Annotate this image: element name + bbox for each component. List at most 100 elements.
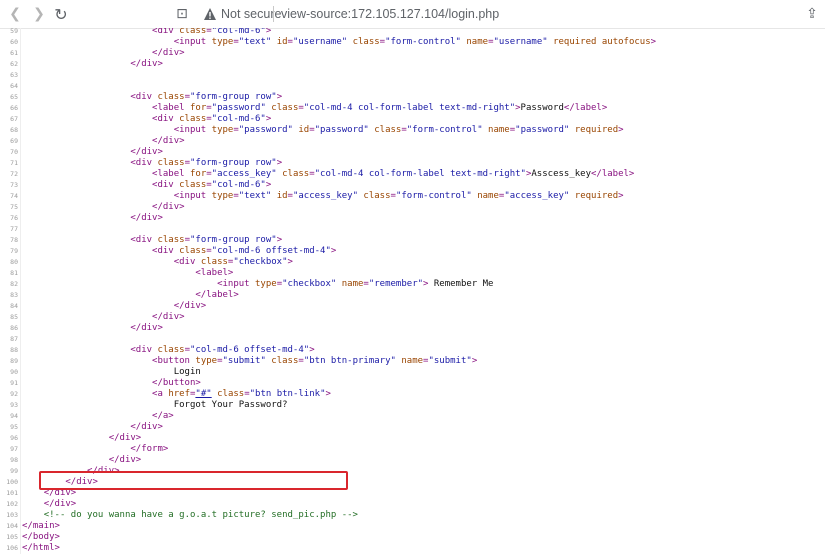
- forward-arrow-icon[interactable]: ❯: [27, 0, 51, 28]
- source-line: 82 <input type="checkbox" name="remember…: [0, 279, 825, 290]
- source-token: [22, 466, 87, 476]
- line-number: 60: [10, 38, 18, 46]
- source-code: </div>: [22, 312, 185, 323]
- source-token: [22, 147, 130, 157]
- source-line: 94 </a>: [0, 411, 825, 422]
- source-token: <input: [173, 37, 212, 47]
- source-token: [22, 433, 109, 443]
- source-token: "password": [515, 125, 570, 135]
- bookmark-icon[interactable]: ⊡: [170, 0, 194, 28]
- line-number: 99: [10, 467, 18, 475]
- source-token: name: [477, 191, 499, 201]
- line-number: 62: [10, 60, 18, 68]
- share-icon[interactable]: ⇪: [800, 0, 824, 28]
- source-token: <input: [217, 279, 256, 289]
- source-line: 105 </body>: [0, 532, 825, 543]
- line-number: 77: [10, 225, 18, 233]
- source-line: 91 </button>: [0, 378, 825, 389]
- source-line: 69 </div>: [0, 136, 825, 147]
- source-code: </div>: [22, 455, 142, 466]
- source-token: class: [200, 257, 228, 267]
- source-line: 60 <input type="text" id="username" clas…: [0, 37, 825, 48]
- source-token: >: [471, 356, 478, 366]
- line-number: 87: [10, 335, 18, 343]
- line-number: 64: [10, 82, 18, 90]
- source-line: 81 <label>: [0, 268, 825, 279]
- line-number: 70: [10, 148, 18, 156]
- source-token: name: [401, 356, 424, 366]
- address-bar-url[interactable]: view-source:172.105.127.104/login.php: [281, 7, 499, 21]
- source-line: 96 </div>: [0, 433, 825, 444]
- source-code: <div class="checkbox">: [22, 257, 293, 268]
- source-line: 71 <div class="form-group row">: [0, 158, 825, 169]
- source-token: >: [618, 191, 624, 201]
- source-code: </body>: [22, 532, 60, 543]
- source-code: </div>: [22, 323, 163, 334]
- source-token: type: [195, 356, 218, 366]
- source-token: Forgot Your Password?: [22, 400, 288, 410]
- line-number: 103: [6, 511, 18, 519]
- source-token: <input: [173, 125, 212, 135]
- source-line: 73 <div class="col-md-6">: [0, 180, 825, 191]
- source-token: Remember Me: [428, 279, 494, 289]
- warning-icon[interactable]: [203, 7, 217, 21]
- source-token: class: [157, 345, 185, 355]
- source-token: </div>: [43, 499, 77, 509]
- source-token: <div: [130, 92, 158, 102]
- source-token: "access_key": [504, 191, 570, 201]
- back-arrow-icon[interactable]: ❮: [3, 0, 27, 28]
- source-code: <div class="form-group row">: [22, 235, 282, 246]
- source-token: "form-control": [395, 191, 472, 201]
- source-link[interactable]: "#": [195, 389, 211, 399]
- source-token: [22, 301, 174, 311]
- line-number: 85: [10, 313, 18, 321]
- source-line: 80 <div class="checkbox">: [0, 257, 825, 268]
- line-number: 94: [10, 412, 18, 420]
- source-token: required autofocus: [553, 37, 651, 47]
- source-token: "password": [238, 125, 293, 135]
- line-number: 93: [10, 401, 18, 409]
- source-line: 86 </div>: [0, 323, 825, 334]
- source-code: Login: [22, 367, 201, 378]
- source-token: </div>: [65, 477, 98, 487]
- line-number: 72: [10, 170, 18, 178]
- line-number: 78: [10, 236, 18, 244]
- source-token: "col-md-6 offset-md-4": [189, 345, 310, 355]
- source-token: "col-md-4 col-form-label text-md-right": [303, 103, 516, 113]
- source-token: "text": [238, 37, 272, 47]
- source-line: 101 </div>: [0, 488, 825, 499]
- source-token: [22, 246, 152, 256]
- source-code: <div class="col-md-6">: [22, 180, 271, 191]
- source-token: class: [157, 92, 185, 102]
- source-token: "form-group row": [189, 158, 277, 168]
- line-number: 82: [10, 280, 18, 288]
- source-line: 89 <button type="submit" class="btn btn-…: [0, 356, 825, 367]
- source-line: 59 <div class="col-md-6">: [0, 28, 825, 37]
- source-token: [22, 59, 130, 69]
- source-token: [22, 48, 152, 58]
- source-token: <div: [152, 180, 180, 190]
- source-token: </form>: [130, 444, 169, 454]
- source-token: Login: [22, 367, 201, 377]
- source-token: name: [466, 37, 489, 47]
- source-token: </div>: [130, 323, 163, 333]
- source-token: name: [341, 279, 364, 289]
- source-token: "form-control": [406, 125, 483, 135]
- reload-icon[interactable]: ↻: [49, 0, 73, 28]
- source-token: <label: [152, 103, 190, 113]
- source-line: 72 <label for="access_key" class="col-md…: [0, 169, 825, 180]
- source-token: </label>: [195, 290, 239, 300]
- source-code: <input type="text" id="username" class="…: [22, 37, 656, 48]
- source-token: >: [265, 114, 272, 124]
- source-token: [22, 411, 152, 421]
- source-token: class: [271, 356, 299, 366]
- source-token: <button: [152, 356, 196, 366]
- source-line: 100 </div>: [0, 477, 825, 488]
- source-token: class: [179, 28, 207, 36]
- source-token: </html>: [22, 543, 60, 553]
- source-token: for: [189, 169, 207, 179]
- source-token: "col-md-4 col-form-label text-md-right": [314, 169, 526, 179]
- source-line: 93 Forgot Your Password?: [0, 400, 825, 411]
- source-line: 84 </div>: [0, 301, 825, 312]
- source-comment: <!-- do you wanna have a g.o.a.t picture…: [43, 510, 358, 520]
